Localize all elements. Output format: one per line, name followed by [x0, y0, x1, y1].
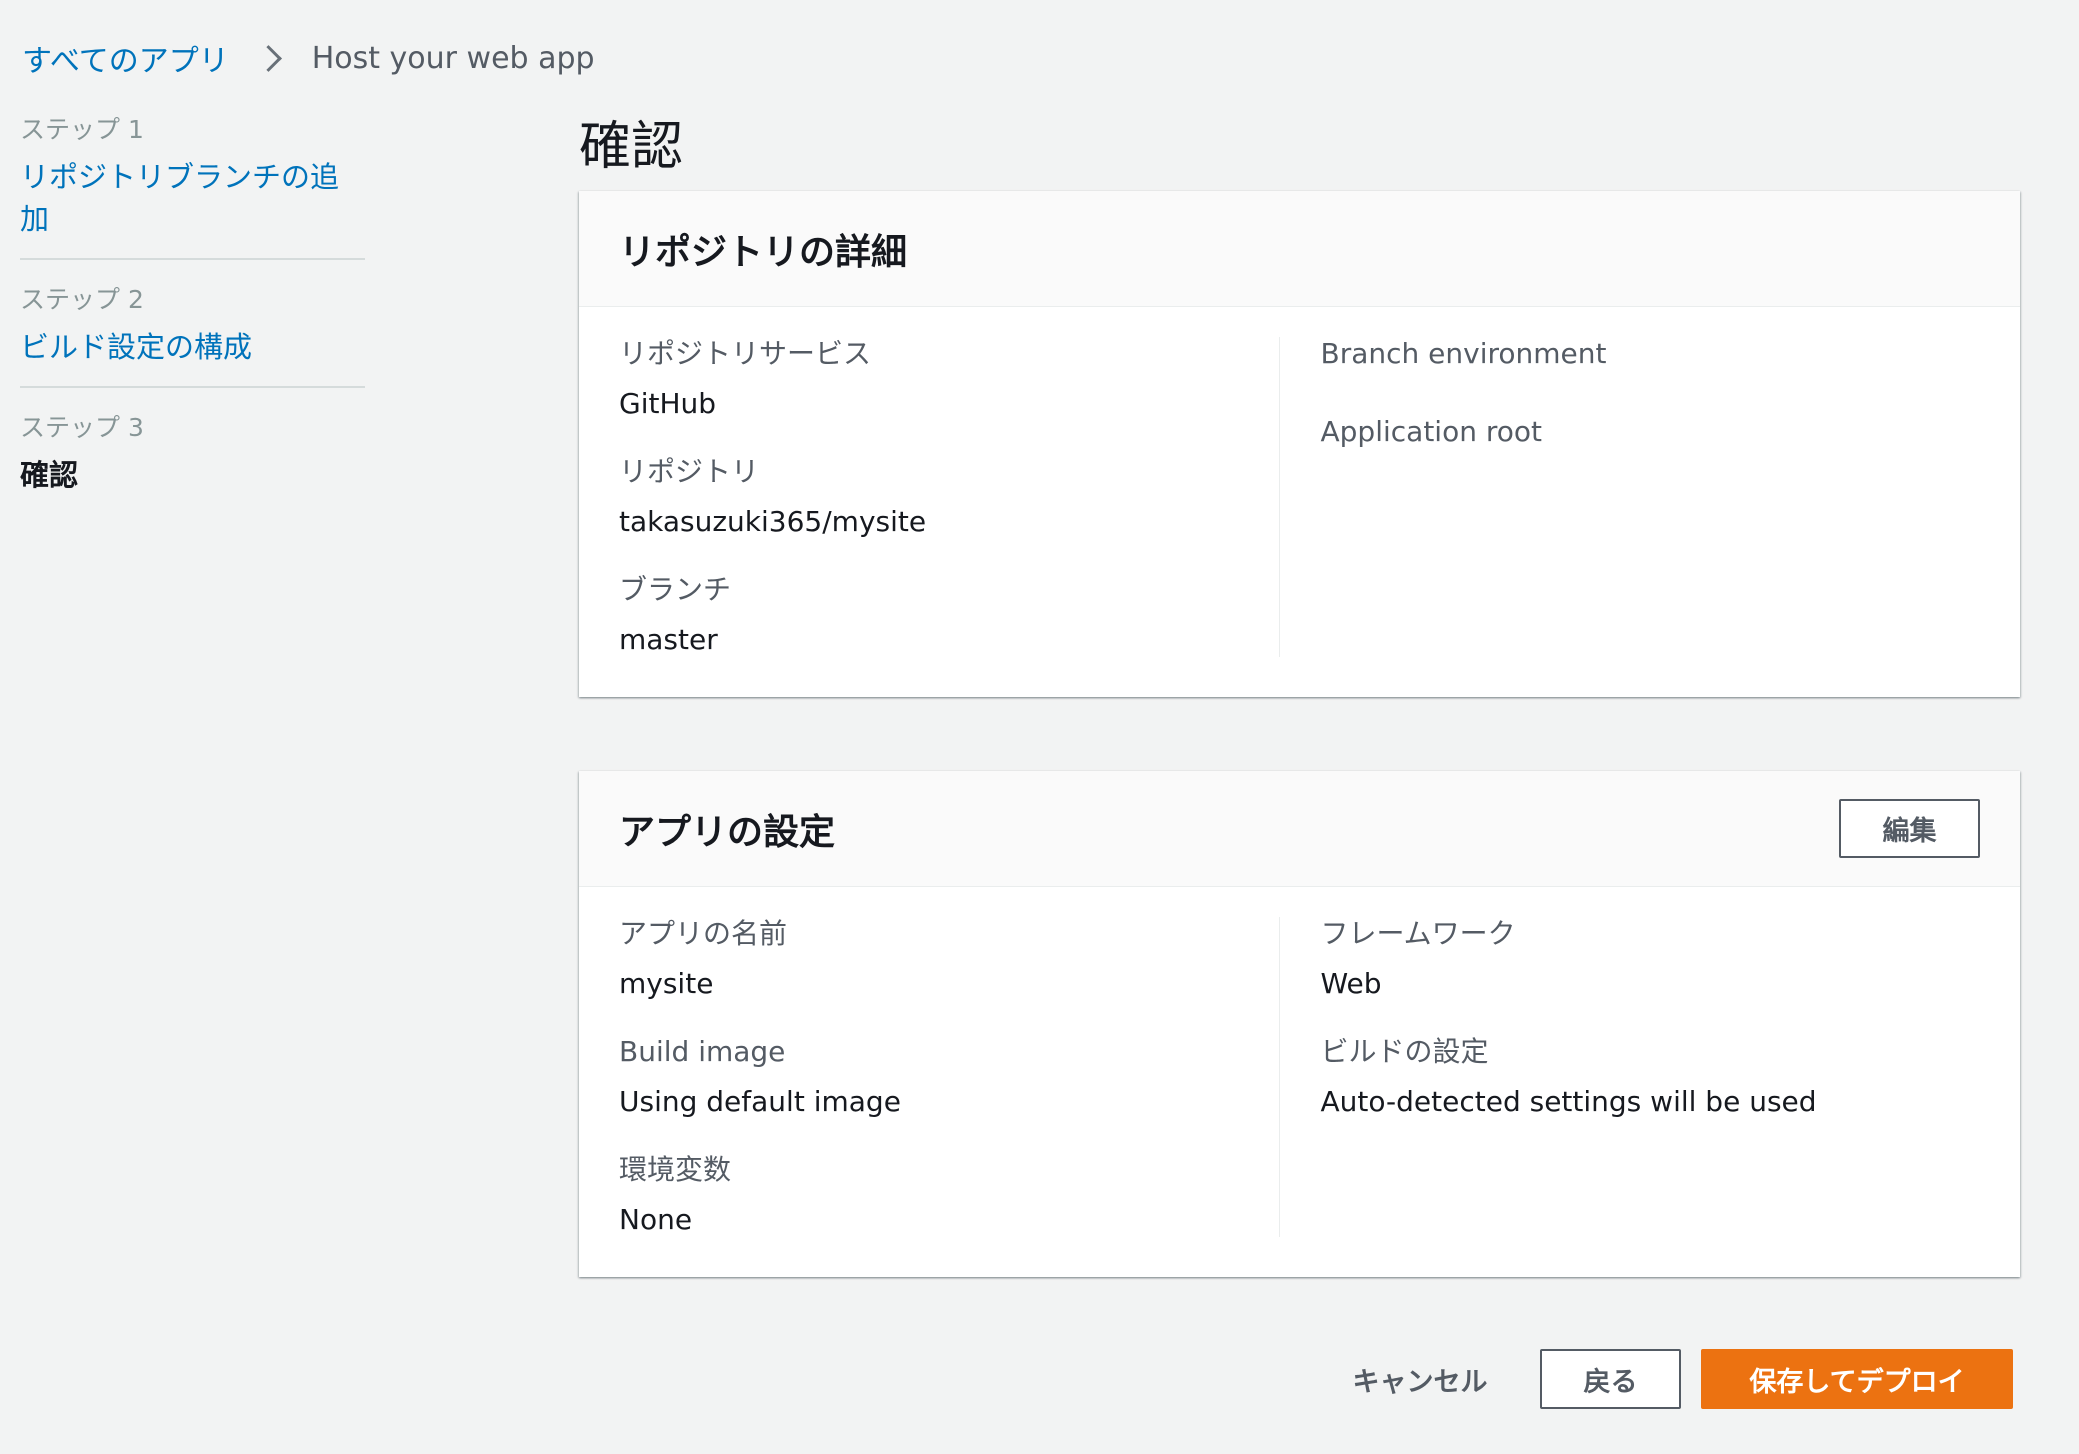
panel-body: リポジトリサービス GitHub リポジトリ takasuzuki365/mys…	[579, 307, 2020, 697]
breadcrumb-all-apps-link[interactable]: すべてのアプリ	[22, 36, 229, 80]
field-value: takasuzuki365/mysite	[619, 505, 927, 538]
wizard-actions: キャンセル 戻る 保存してデプロイ	[1320, 1349, 2013, 1409]
field-label: Application root	[1320, 415, 1542, 448]
field-repository: リポジトリ takasuzuki365/mysite	[619, 455, 1279, 539]
field-value: Web	[1320, 967, 1382, 1000]
field-build-image: Build image Using default image	[619, 1035, 1279, 1119]
left-column: アプリの名前 mysite Build image Using default …	[619, 917, 1279, 1237]
cancel-button[interactable]: キャンセル	[1320, 1349, 1520, 1409]
right-column: フレームワーク Web ビルドの設定 Auto-detected setting…	[1278, 917, 1981, 1237]
back-button[interactable]: 戻る	[1540, 1349, 1681, 1409]
field-label: Branch environment	[1320, 337, 1607, 370]
field-value: None	[619, 1203, 693, 1236]
field-label: リポジトリ	[619, 455, 760, 488]
field-build-settings: ビルドの設定 Auto-detected settings will be us…	[1321, 1035, 1981, 1119]
field-value: Auto-detected settings will be used	[1320, 1085, 1817, 1118]
breadcrumb-current: Host your web app	[311, 40, 595, 76]
field-application-root: Application root	[1321, 415, 1981, 499]
step-label: ステップ 2	[20, 285, 144, 314]
step-link-build-settings[interactable]: ビルド設定の構成	[20, 324, 365, 366]
edit-button[interactable]: 編集	[1839, 799, 1980, 858]
field-label: 環境変数	[619, 1153, 732, 1186]
field-label: フレームワーク	[1320, 917, 1516, 950]
save-and-deploy-button[interactable]: 保存してデプロイ	[1701, 1349, 2013, 1409]
wizard-step-1: ステップ 1 リポジトリブランチの追加	[20, 110, 365, 260]
field-value: Using default image	[619, 1085, 901, 1118]
field-value: GitHub	[619, 387, 717, 420]
wizard-steps: ステップ 1 リポジトリブランチの追加 ステップ 2 ビルド設定の構成 ステップ…	[20, 110, 365, 534]
field-value	[1321, 465, 1981, 499]
step-current-review: 確認	[20, 458, 79, 492]
repository-details-panel: リポジトリの詳細 リポジトリサービス GitHub リポジトリ takasuzu…	[579, 191, 2020, 697]
wizard-step-3: ステップ 3 確認	[20, 408, 365, 514]
panel-body: アプリの名前 mysite Build image Using default …	[579, 887, 2020, 1277]
left-column: リポジトリサービス GitHub リポジトリ takasuzuki365/mys…	[619, 337, 1279, 657]
field-label: アプリの名前	[619, 917, 788, 950]
app-settings-panel: アプリの設定 編集 アプリの名前 mysite Build image Usin…	[579, 771, 2020, 1277]
chevron-right-icon	[254, 44, 282, 72]
field-label: リポジトリサービス	[619, 337, 872, 370]
field-environment-variables: 環境変数 None	[619, 1153, 1279, 1237]
panel-title: アプリの設定	[619, 811, 836, 853]
field-app-name: アプリの名前 mysite	[619, 917, 1279, 1001]
field-framework: フレームワーク Web	[1321, 917, 1981, 1001]
panel-header: アプリの設定 編集	[579, 771, 2020, 887]
field-value: mysite	[619, 967, 714, 1000]
breadcrumb: すべてのアプリ Host your web app	[22, 36, 595, 80]
right-column: Branch environment Application root	[1278, 337, 1981, 657]
field-branch-environment: Branch environment	[1321, 337, 1981, 421]
field-label: ブランチ	[619, 573, 732, 606]
field-repository-service: リポジトリサービス GitHub	[619, 337, 1279, 421]
step-label: ステップ 3	[20, 413, 144, 442]
wizard-step-2: ステップ 2 ビルド設定の構成	[20, 280, 365, 388]
field-branch: ブランチ master	[619, 573, 1279, 657]
step-label: ステップ 1	[20, 115, 144, 144]
panel-header: リポジトリの詳細	[579, 191, 2020, 307]
step-link-add-repo-branch[interactable]: リポジトリブランチの追加	[20, 154, 365, 238]
panel-title: リポジトリの詳細	[619, 231, 908, 273]
field-value: master	[619, 623, 718, 656]
field-label: Build image	[619, 1035, 786, 1068]
page-title: 確認	[579, 117, 684, 177]
field-label: ビルドの設定	[1320, 1035, 1489, 1068]
